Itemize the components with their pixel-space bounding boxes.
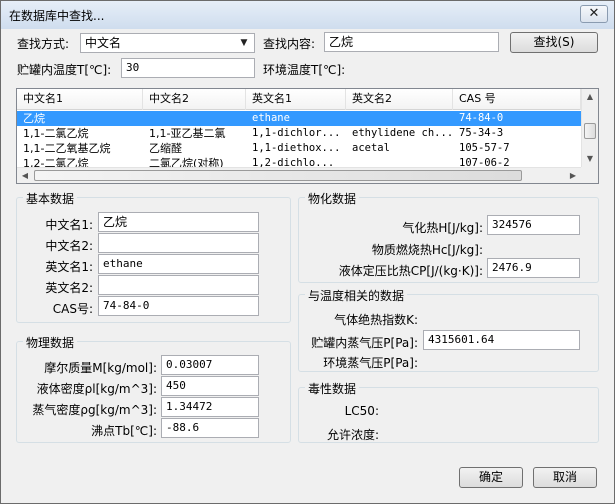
liquid-density-field[interactable]: 450 [161, 376, 259, 396]
vertical-scrollbar[interactable]: ▲ ▼ [581, 89, 598, 167]
boiling-point-label: 沸点Tb[℃]: [91, 424, 157, 438]
row-cas: 105-57-7 [459, 142, 510, 154]
scroll-corner [581, 167, 598, 183]
column-header-en2[interactable]: 英文名2 [346, 89, 453, 110]
basic-en2-field[interactable] [98, 275, 259, 295]
title-bar: 在数据库中查找... ✕ [1, 1, 614, 29]
specific-heat-field[interactable]: 2476.9 [487, 258, 580, 278]
table-row[interactable]: 乙烷 ethane 74-84-0 [17, 111, 581, 126]
group-title: 物化数据 [305, 190, 360, 207]
tank-temp-input[interactable]: 30 [121, 58, 255, 78]
row-en1: ethane [252, 112, 290, 124]
column-header-en1[interactable]: 英文名1 [246, 89, 346, 110]
row-cas: 74-84-0 [459, 112, 504, 124]
vaporization-heat-field[interactable]: 324576 [487, 215, 580, 235]
env-vapor-pressure-label: 环境蒸气压P[Pa]: [323, 356, 418, 370]
allowed-concentration-label: 允许浓度: [326, 428, 379, 442]
basic-cn2-label: 中文名2: [45, 239, 93, 253]
scroll-up-icon[interactable]: ▲ [582, 89, 598, 105]
horizontal-scrollbar[interactable]: ◀ ▶ [17, 167, 581, 183]
row-cn2: 二氯乙烷(对称) [149, 157, 224, 167]
env-temp-label: 环境温度T[℃]: [263, 63, 346, 77]
group-title: 毒性数据 [305, 380, 360, 397]
tank-vapor-pressure-label: 贮罐内蒸气压P[Pa]: [311, 336, 418, 350]
lc50-label: LC50: [344, 404, 379, 418]
row-cn1: 1,1-二氯乙烷 [23, 127, 89, 140]
vapor-density-field[interactable]: 1.34472 [161, 397, 259, 417]
table-row[interactable]: 1,1-二氯乙烷 1,1-亚乙基二氯 1,1-dichlor... ethyli… [17, 126, 581, 141]
results-listview[interactable]: 中文名1 中文名2 英文名1 英文名2 CAS 号 乙烷 ethane 74-8… [16, 88, 599, 184]
boiling-point-field[interactable]: -88.6 [161, 418, 259, 438]
row-en1: 1,1-dichlor... [252, 127, 341, 139]
chevron-down-icon[interactable]: ▼ [237, 36, 251, 50]
column-header-cn1[interactable]: 中文名1 [17, 89, 143, 110]
tank-temp-label: 贮罐内温度T[℃]: [17, 63, 112, 77]
search-button[interactable]: 查找(S) [510, 32, 598, 53]
basic-en1-label: 英文名1: [45, 260, 93, 274]
basic-cn2-field[interactable] [98, 233, 259, 253]
row-cas: 107-06-2 [459, 157, 510, 167]
combustion-heat-label: 物质燃烧热Hc[J/kg]: [371, 243, 483, 257]
search-content-label: 查找内容: [263, 37, 316, 51]
basic-cas-label: CAS号: [52, 302, 93, 316]
row-en1: 1,2-dichlo... [252, 157, 335, 167]
basic-cn1-field[interactable]: 乙烷 [98, 212, 259, 232]
scroll-down-icon[interactable]: ▼ [582, 151, 598, 167]
scroll-thumb[interactable] [34, 170, 522, 181]
group-title: 基本数据 [23, 190, 78, 207]
row-cn2: 1,1-亚乙基二氯 [149, 127, 226, 140]
basic-cn1-label: 中文名1: [45, 218, 93, 232]
search-method-select[interactable]: 中文名 ▼ [80, 33, 255, 53]
row-en2: ethylidene ch... [352, 127, 453, 139]
scroll-left-icon[interactable]: ◀ [17, 168, 33, 183]
search-method-label: 查找方式: [17, 37, 70, 51]
row-cas: 75-34-3 [459, 127, 504, 139]
search-content-input[interactable]: 乙烷 [324, 32, 499, 52]
group-title: 与温度相关的数据 [305, 287, 408, 304]
vapor-density-label: 蒸气密度ρg[kg/m^3]: [32, 403, 157, 417]
group-title: 物理数据 [23, 334, 78, 351]
basic-cas-field[interactable]: 74-84-0 [98, 296, 259, 316]
basic-en2-label: 英文名2: [45, 281, 93, 295]
table-row[interactable]: 1,2-二氯乙烷 二氯乙烷(对称) 1,2-dichlo... 107-06-2 [17, 156, 581, 167]
basic-en1-field[interactable]: ethane [98, 254, 259, 274]
row-cn1: 1,2-二氯乙烷 [23, 157, 89, 167]
window-title: 在数据库中查找... [9, 9, 105, 23]
row-cn1: 乙烷 [23, 112, 45, 125]
specific-heat-label: 液体定压比热CP[J/(kg·K)]: [338, 264, 483, 278]
row-cn1: 1,1-二乙氧基乙烷 [23, 142, 111, 155]
scroll-right-icon[interactable]: ▶ [565, 168, 581, 183]
table-row[interactable]: 1,1-二乙氧基乙烷 乙缩醛 1,1-diethox... acetal 105… [17, 141, 581, 156]
adiabatic-index-label: 气体绝热指数K: [334, 313, 418, 327]
row-en2: acetal [352, 142, 390, 154]
row-en1: 1,1-diethox... [252, 142, 341, 154]
ok-button[interactable]: 确定 [459, 467, 523, 488]
dialog-window: 在数据库中查找... ✕ 查找方式: 中文名 ▼ 查找内容: 乙烷 查找(S) … [0, 0, 615, 504]
column-header-cn2[interactable]: 中文名2 [143, 89, 246, 110]
cancel-button[interactable]: 取消 [533, 467, 597, 488]
tank-vapor-pressure-field[interactable]: 4315601.64 [423, 330, 580, 350]
column-header-cas[interactable]: CAS 号 [453, 89, 581, 110]
listview-header: 中文名1 中文名2 英文名1 英文名2 CAS 号 [17, 89, 581, 110]
liquid-density-label: 液体密度ρl[kg/m^3]: [36, 382, 157, 396]
molar-mass-field[interactable]: 0.03007 [161, 355, 259, 375]
vaporization-heat-label: 气化热H[J/kg]: [402, 221, 483, 235]
close-button[interactable]: ✕ [580, 5, 608, 23]
molar-mass-label: 摩尔质量M[kg/mol]: [44, 361, 157, 375]
search-method-value: 中文名 [85, 36, 122, 50]
scroll-thumb[interactable] [584, 123, 596, 139]
row-cn2: 乙缩醛 [149, 142, 182, 155]
